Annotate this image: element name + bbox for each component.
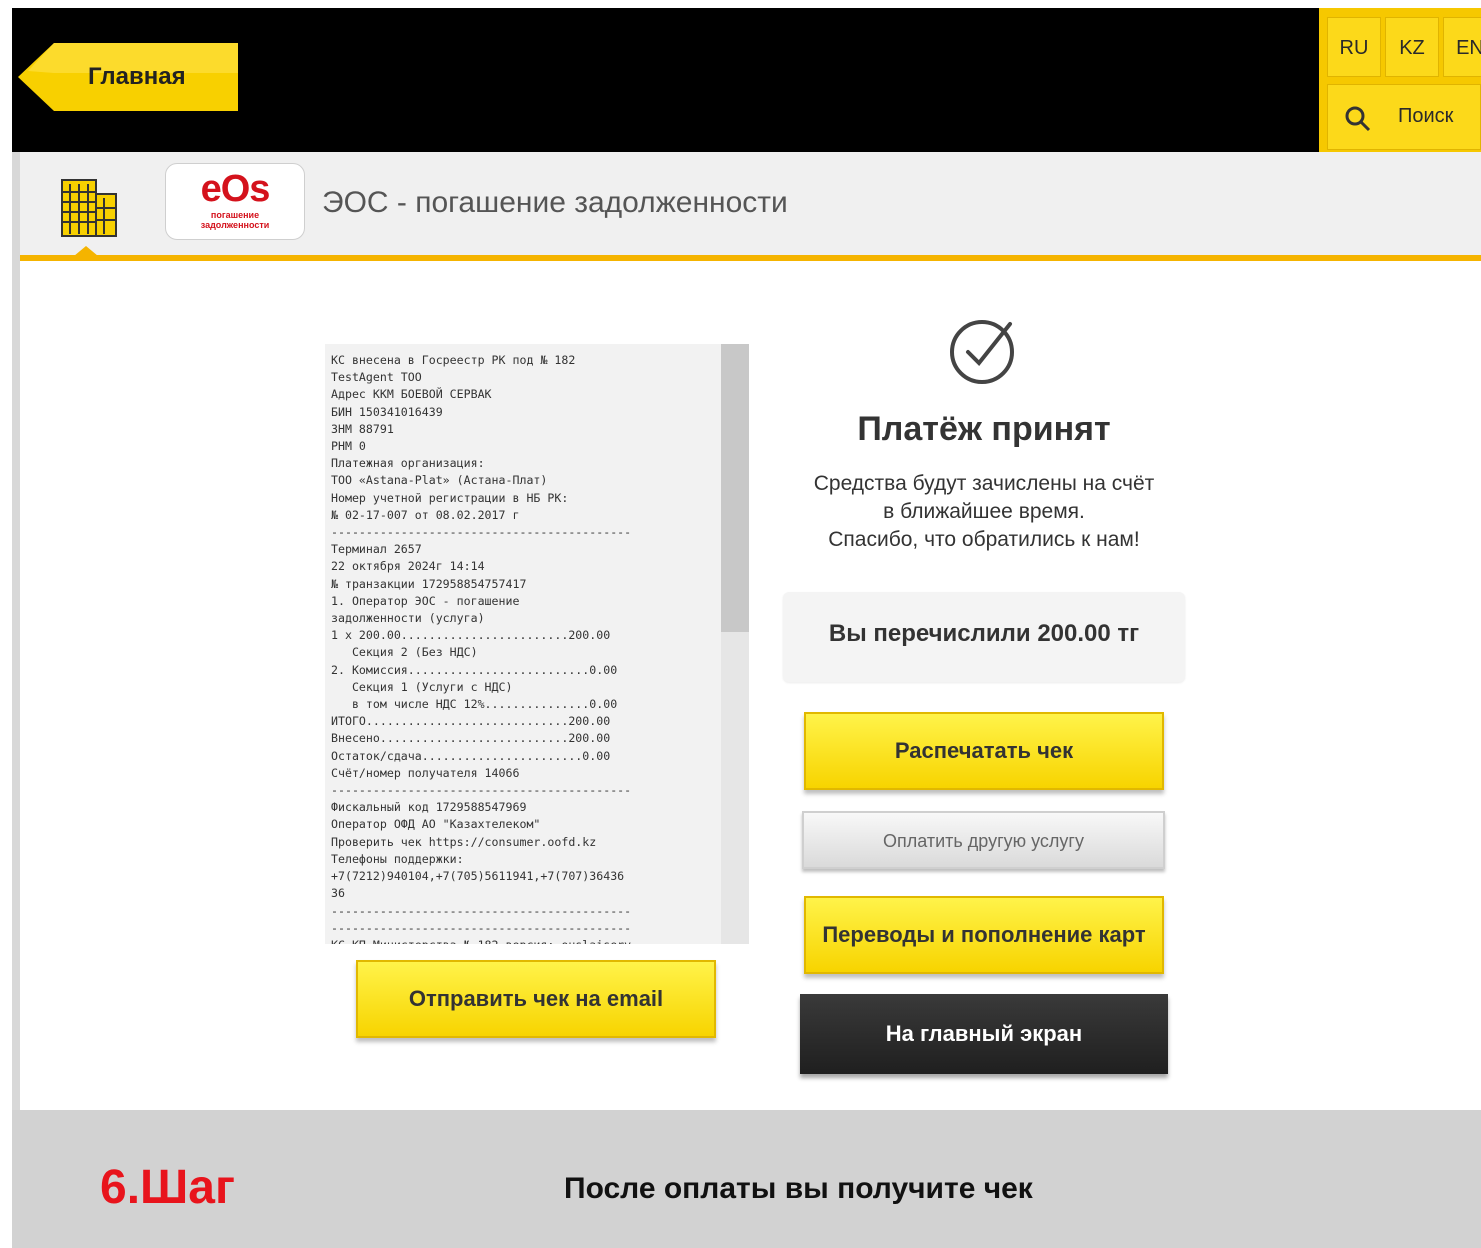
search-label: Поиск (1398, 105, 1454, 127)
building-icon[interactable] (60, 176, 118, 238)
home-button-label: Главная (88, 63, 186, 90)
send-email-receipt-button[interactable]: Отправить чек на email (356, 960, 716, 1038)
language-search-panel: RU KZ EN Поиск (1319, 8, 1481, 152)
thank-you-message: Спасибо, что обратились к нам! (828, 528, 1140, 551)
amount-text: Вы перечислили 200.00 тг (828, 620, 1140, 647)
logo-text: eOs (200, 168, 271, 210)
pay-other-service-button[interactable]: Оплатить другую услугу (802, 811, 1165, 869)
page-title: ЭОС - погашение задолженности (322, 186, 788, 219)
main-screen-button[interactable]: На главный экран (800, 994, 1168, 1074)
print-receipt-button[interactable]: Распечатать чек (804, 712, 1164, 790)
header-underline (20, 255, 1481, 261)
receipt-scroll-thumb[interactable] (721, 344, 749, 632)
step-description: После оплаты вы получите чек (564, 1172, 1033, 1205)
receipt-text: КС внесена в Госреестр РК под № 182 Test… (331, 353, 632, 944)
logo-subtext: погашение задолженности (200, 210, 270, 230)
search-icon (1345, 106, 1371, 132)
amount-summary: Вы перечислили 200.00 тг (783, 592, 1185, 682)
success-check-icon (950, 320, 1014, 384)
receipt-preview[interactable]: КС внесена в Госреестр РК под № 182 Test… (325, 344, 749, 944)
success-title: Платёж принят (857, 410, 1111, 448)
active-caret (74, 246, 98, 256)
search-button[interactable]: Поиск (1327, 84, 1481, 150)
lang-ru-button[interactable]: RU (1327, 17, 1381, 77)
step-label: 6.Шаг (100, 1161, 235, 1214)
transfers-button[interactable]: Переводы и пополнение карт (804, 896, 1164, 974)
service-logo: eOs погашение задолженности (165, 163, 305, 240)
home-button[interactable]: Главная (18, 43, 238, 111)
success-message: Средства будут зачислены на счёт в ближай… (813, 472, 1155, 523)
left-edge-strip (12, 152, 20, 1112)
receipt-scrollbar[interactable] (721, 344, 749, 944)
lang-en-button[interactable]: EN (1443, 17, 1481, 77)
lang-kz-button[interactable]: KZ (1385, 17, 1439, 77)
